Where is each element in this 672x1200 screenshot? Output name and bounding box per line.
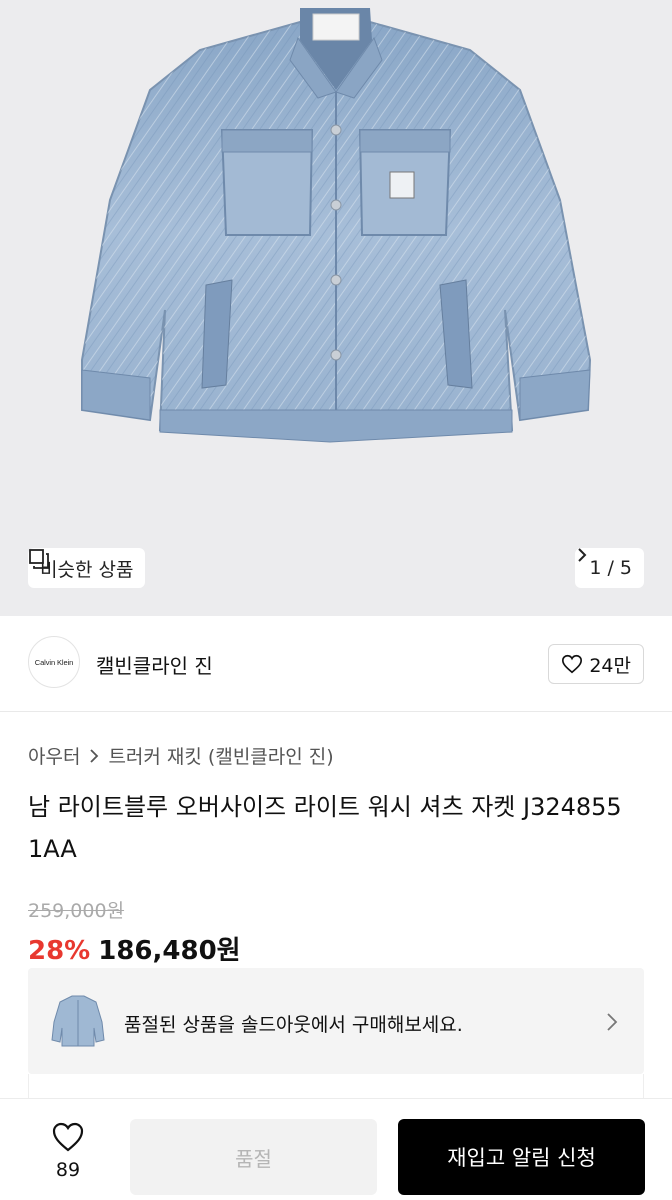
- product-image: [81, 8, 592, 443]
- breadcrumb-category[interactable]: 아우터: [28, 742, 80, 769]
- sale-price: 186,480원: [98, 936, 241, 966]
- similar-products-label: 비슷한 상품: [40, 558, 134, 581]
- chevron-right-icon: [90, 748, 99, 763]
- brand-name[interactable]: 캘빈클라인 진: [96, 650, 213, 679]
- heart-icon: [52, 1122, 84, 1152]
- soldout-banner-text: 품절된 상품을 솔드아웃에서 구매해보세요.: [124, 1014, 463, 1036]
- discount-rate: 28%: [28, 936, 91, 966]
- bottom-action-bar: 89 품절 재입고 알림 신청: [0, 1098, 672, 1200]
- chevron-right-icon: [607, 1013, 618, 1031]
- restock-alert-button[interactable]: 재입고 알림 신청: [398, 1119, 645, 1195]
- product-title: 남 라이트블루 오버사이즈 라이트 워시 셔츠 자켓 J324855 1AA: [28, 793, 622, 863]
- brand-like-button[interactable]: 24만: [548, 644, 644, 684]
- similar-products-button[interactable]: 비슷한 상품: [28, 548, 146, 588]
- product-like-button[interactable]: 89: [38, 1121, 98, 1181]
- breadcrumb: 아우터 트러커 재킷 (캘빈클라인 진): [28, 742, 334, 769]
- heart-icon: [562, 654, 583, 674]
- image-page-indicator: 1 / 5: [589, 557, 632, 579]
- image-pager[interactable]: 1 / 5: [575, 548, 644, 588]
- soldout-button[interactable]: 품절: [130, 1119, 377, 1195]
- price-row: 28% 186,480원: [28, 930, 241, 967]
- similar-items-icon: [29, 549, 49, 569]
- chevron-right-icon: [578, 548, 587, 562]
- brand-like-count: 24만: [589, 654, 631, 677]
- brand-logo[interactable]: Calvin Klein: [28, 636, 80, 688]
- original-price: 259,000원: [28, 900, 125, 922]
- product-thumbnail: [51, 995, 105, 1047]
- product-like-count: 89: [55, 1159, 81, 1181]
- brand-row[interactable]: Calvin Klein 캘빈클라인 진 24만: [0, 616, 672, 712]
- soldout-banner[interactable]: 품절된 상품을 솔드아웃에서 구매해보세요.: [28, 968, 644, 1074]
- breadcrumb-subcategory[interactable]: 트러커 재킷 (캘빈클라인 진): [108, 742, 333, 769]
- brand-logo-text: Calvin Klein: [34, 657, 74, 667]
- product-image-carousel[interactable]: 비슷한 상품 1 / 5: [0, 0, 672, 616]
